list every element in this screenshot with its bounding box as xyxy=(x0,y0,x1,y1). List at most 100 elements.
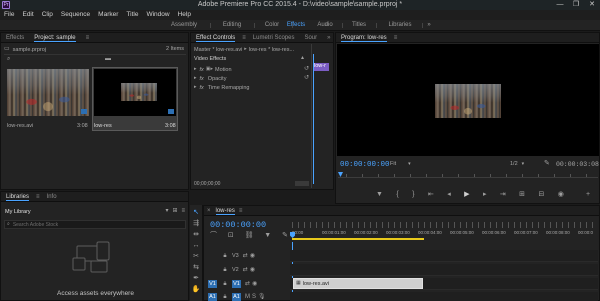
timeline-clip[interactable]: ▦ low-res.avi xyxy=(293,278,423,289)
fx-toggle[interactable]: fx xyxy=(200,85,204,91)
menu-title[interactable]: Title xyxy=(126,10,138,20)
fx-toggle[interactable]: fx xyxy=(200,67,204,73)
workspace-assembly[interactable]: Assembly xyxy=(160,20,208,31)
linked-selection-icon[interactable]: ⛓ xyxy=(245,232,254,239)
collapse-up-icon[interactable]: ▴ xyxy=(301,55,304,62)
add-marker-icon[interactable]: ▼ xyxy=(376,191,383,198)
track-select-tool-icon[interactable]: ⇶ xyxy=(190,220,202,227)
master-clip-label[interactable]: Master * low-res.avi xyxy=(194,47,242,53)
menu-edit[interactable]: Edit xyxy=(22,10,33,20)
tab-project-sample[interactable]: Project: sample xyxy=(29,33,80,43)
panel-menu-icon[interactable]: ≡ xyxy=(240,33,248,43)
add-marker-icon[interactable]: ▼ xyxy=(264,232,271,239)
reset-icon[interactable]: ↺ xyxy=(304,75,309,82)
selection-tool-icon[interactable]: ↖ xyxy=(190,209,202,216)
panel-menu-icon[interactable]: ≡ xyxy=(392,33,400,43)
expand-arrow-icon[interactable]: ▸ xyxy=(194,66,197,73)
button-editor-icon[interactable]: + xyxy=(586,191,590,198)
settings-wrench-icon[interactable]: ✎ xyxy=(282,232,288,239)
minimize-button[interactable]: — xyxy=(552,0,568,10)
playhead-timecode[interactable]: 00:00:00:00 xyxy=(340,161,390,169)
expand-arrow-icon[interactable]: ▸ xyxy=(194,75,197,82)
go-to-in-icon[interactable]: ⇤ xyxy=(428,191,434,198)
workspace-libraries[interactable]: Libraries xyxy=(380,20,420,31)
tab-source[interactable]: Sour xyxy=(299,33,322,43)
panel-menu-icon[interactable]: ≡ xyxy=(237,206,245,216)
list-view-icon[interactable]: ≡ xyxy=(181,208,185,215)
fx-toggle[interactable]: fx xyxy=(200,76,204,82)
track-lane-v2[interactable] xyxy=(290,264,598,276)
snap-icon[interactable]: ⌒ xyxy=(210,232,217,239)
workspace-more-icon[interactable]: » xyxy=(424,20,434,31)
source-patch-v1[interactable]: V1 xyxy=(208,280,217,288)
menu-clip[interactable]: Clip xyxy=(42,10,53,20)
eye-icon[interactable]: ◉ xyxy=(250,253,255,260)
track-name[interactable]: V1 xyxy=(232,280,241,288)
timeline-timecode[interactable]: 00:00:00:00 xyxy=(210,220,266,230)
track-lane-v3[interactable] xyxy=(290,250,598,262)
tab-libraries[interactable]: Libraries xyxy=(1,192,34,202)
tab-sequence[interactable]: low-res xyxy=(214,206,237,216)
tab-effect-controls[interactable]: Effect Controls xyxy=(191,33,240,43)
menu-window[interactable]: Window xyxy=(146,10,169,20)
lift-icon[interactable]: ⊞ xyxy=(519,191,525,198)
close-button[interactable]: ✕ xyxy=(584,0,600,10)
play-icon[interactable]: ▶ xyxy=(464,191,469,198)
mini-playhead[interactable] xyxy=(313,54,314,184)
close-tab-icon[interactable]: × xyxy=(204,206,214,216)
wrench-icon[interactable]: ✎ xyxy=(544,160,550,167)
export-frame-icon[interactable]: ◉ xyxy=(558,191,564,198)
extract-icon[interactable]: ⊟ xyxy=(538,191,544,198)
effect-row-time-remapping[interactable]: ▸ fx Time Remapping xyxy=(194,84,309,91)
zoom-scrollbar[interactable] xyxy=(295,181,309,186)
lock-track-icon[interactable]: 🔒︎ xyxy=(220,253,230,260)
tab-info[interactable]: Info xyxy=(42,192,62,202)
tab-program[interactable]: Program: low-res xyxy=(336,33,392,43)
pen-tool-icon[interactable]: ✒ xyxy=(190,275,202,282)
sequence-thumbnail[interactable] xyxy=(94,69,176,116)
effect-controls-timecode[interactable]: 00;00;00;00 xyxy=(194,181,220,187)
search-field[interactable]: ⌕ Search Adobe Stock xyxy=(4,220,186,229)
motion-transform-icon[interactable]: ▣▸ xyxy=(206,66,213,73)
sync-lock-icon[interactable]: ⇄ xyxy=(243,253,248,260)
workspace-editing[interactable]: Editing xyxy=(212,20,252,31)
panel-menu-icon[interactable]: ≡ xyxy=(81,33,95,43)
menu-help[interactable]: Help xyxy=(178,10,191,20)
razor-tool-icon[interactable]: ✂ xyxy=(190,253,202,260)
scrub-bar[interactable] xyxy=(338,172,598,178)
lock-track-icon[interactable]: 🔒︎ xyxy=(220,267,230,274)
slip-tool-icon[interactable]: ⇆ xyxy=(190,264,202,271)
mark-out-icon[interactable]: } xyxy=(412,191,414,198)
effect-row-motion[interactable]: ▸ fx ▣▸ Motion ↺ xyxy=(194,66,309,73)
tab-effects[interactable]: Effects xyxy=(1,33,29,43)
menu-sequence[interactable]: Sequence xyxy=(61,10,90,20)
tab-lumetri-scopes[interactable]: Lumetri Scopes xyxy=(248,33,300,43)
resolution-dropdown[interactable]: 1/2 ▾ xyxy=(510,161,524,167)
clip-thumbnail[interactable] xyxy=(7,69,89,116)
grid-view-icon[interactable]: ⊞ xyxy=(172,208,177,215)
menu-file[interactable]: File xyxy=(4,10,14,20)
mute-icon[interactable]: M xyxy=(245,294,250,301)
sync-lock-icon[interactable]: ⇄ xyxy=(245,281,250,288)
eye-icon[interactable]: ◉ xyxy=(252,281,257,288)
effect-row-opacity[interactable]: ▸ fx Opacity ↺ xyxy=(194,75,309,82)
go-to-out-icon[interactable]: ⇥ xyxy=(500,191,506,198)
nest-icon[interactable]: ⊡ xyxy=(228,232,234,239)
mini-timeline-clip[interactable]: low-r xyxy=(313,63,329,71)
step-back-icon[interactable]: ◂ xyxy=(447,191,451,198)
workspace-audio[interactable]: Audio xyxy=(310,20,340,31)
mark-in-icon[interactable]: { xyxy=(396,191,398,198)
chevron-down-icon[interactable]: ▾ xyxy=(165,208,168,215)
workspace-titles[interactable]: Titles xyxy=(344,20,374,31)
panel-menu-icon[interactable]: ≡ xyxy=(34,192,42,202)
menu-marker[interactable]: Marker xyxy=(98,10,118,20)
ripple-edit-tool-icon[interactable]: ⇹ xyxy=(190,231,202,238)
track-name[interactable]: A1 xyxy=(232,293,241,301)
track-lane-a1[interactable] xyxy=(290,292,598,301)
reset-icon[interactable]: ↺ xyxy=(304,66,309,73)
maximize-button[interactable]: ❐ xyxy=(568,0,584,10)
expand-arrow-icon[interactable]: ▸ xyxy=(194,84,197,91)
source-patch-a1[interactable]: A1 xyxy=(208,293,217,301)
new-bin-icon[interactable]: ▬ xyxy=(105,56,111,63)
hand-tool-icon[interactable]: ✋ xyxy=(190,286,202,293)
